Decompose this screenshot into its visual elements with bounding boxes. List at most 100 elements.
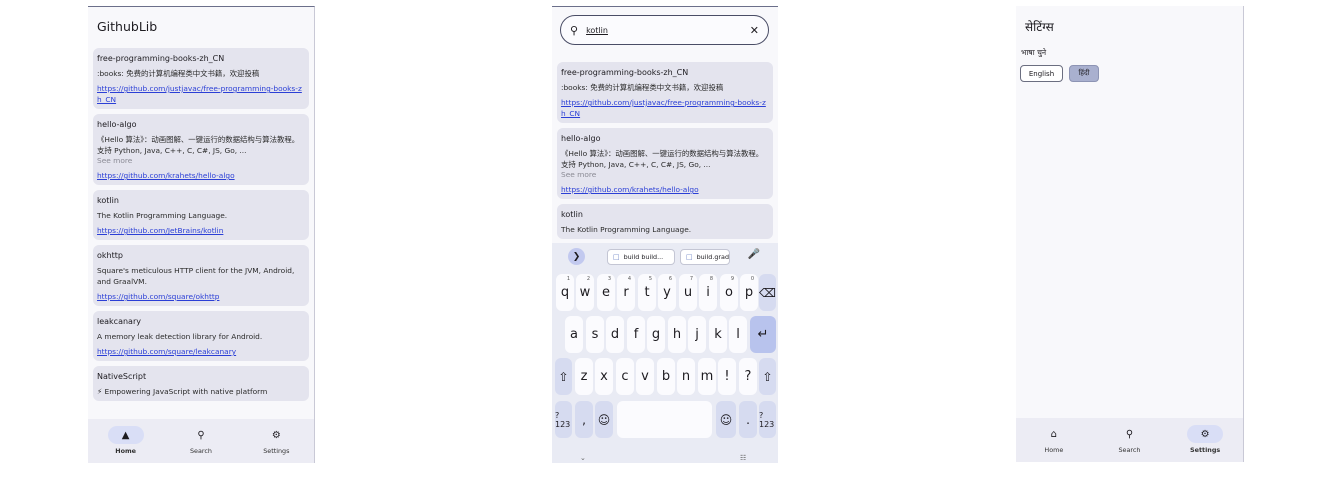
shift-icon[interactable]: ⇧ — [555, 358, 572, 395]
chevron-right-icon[interactable]: ❯ — [568, 248, 585, 265]
key-s[interactable]: s — [586, 316, 604, 353]
microphone-icon[interactable]: 🎤 — [748, 249, 760, 260]
symbols-key[interactable]: ?123 — [759, 401, 776, 438]
key-e[interactable]: e3 — [597, 274, 615, 311]
key-comma[interactable]: , — [575, 401, 593, 438]
repo-card[interactable]: hello-algo 《Hello 算法》：动画图解、一键运行的数据结构与算法教… — [93, 114, 309, 185]
key-period[interactable]: . — [739, 401, 757, 438]
search-screen: ⚲ ✕ free-programming-books-zh_CN :books:… — [552, 6, 778, 463]
key-n[interactable]: n — [677, 358, 695, 395]
key-question[interactable]: ? — [739, 358, 757, 395]
repo-link[interactable]: https://github.com/JetBrains/kotlin — [97, 225, 305, 236]
symbols-key[interactable]: ?123 — [555, 401, 572, 438]
repo-link[interactable]: https://github.com/square/okhttp — [97, 291, 305, 302]
key-x[interactable]: x — [595, 358, 613, 395]
language-english-button[interactable]: English — [1020, 65, 1063, 82]
clipboard-suggestion[interactable]: □ build.grad — [680, 249, 730, 265]
key-j[interactable]: j — [688, 316, 706, 353]
key-r[interactable]: r4 — [617, 274, 635, 311]
app-title: GithubLib — [97, 19, 158, 34]
key-c[interactable]: c — [616, 358, 634, 395]
nav-search[interactable]: ⚲ Search — [171, 426, 231, 456]
repo-name: okhttp — [97, 251, 123, 260]
key-k[interactable]: k — [709, 316, 727, 353]
repo-name: free-programming-books-zh_CN — [97, 54, 225, 63]
repo-card[interactable]: kotlin The Kotlin Programming Language. — [557, 204, 773, 239]
chevron-down-icon[interactable]: ⌄ — [580, 454, 586, 462]
repo-card[interactable]: NativeScript ⚡ Empowering JavaScript wit… — [93, 366, 309, 401]
key-p[interactable]: p0 — [740, 274, 758, 311]
nav-home[interactable]: ▲ Home — [96, 426, 156, 455]
backspace-icon[interactable]: ⌫ — [759, 274, 776, 311]
repo-card[interactable]: leakcanary A memory leak detection libra… — [93, 311, 309, 361]
key-b[interactable]: b — [657, 358, 675, 395]
repo-description: ⚡ Empowering JavaScript with native plat… — [97, 387, 268, 396]
key-f[interactable]: f — [627, 316, 645, 353]
settings-screen: सेटिंग्स भाषा चुने English हिंदी ⌂ Home … — [1016, 6, 1244, 462]
key-l[interactable]: l — [729, 316, 747, 353]
repo-description: Square's meticulous HTTP client for the … — [97, 266, 295, 286]
clipboard-icon: □ — [686, 253, 693, 261]
repo-description: 《Hello 算法》：动画图解、一键运行的数据结构与算法教程。支持 Python… — [97, 135, 300, 155]
see-more-link[interactable]: See more — [561, 170, 769, 180]
nav-settings[interactable]: ⚙ Settings — [1175, 425, 1235, 454]
language-hindi-button[interactable]: हिंदी — [1069, 65, 1099, 82]
key-d[interactable]: d — [606, 316, 624, 353]
space-key[interactable] — [617, 401, 712, 438]
nav-home-label: Home — [1044, 446, 1064, 454]
soft-keyboard: ❯ □ build build... □ build.grad 🎤 q1 w2 … — [552, 243, 778, 463]
key-o[interactable]: o9 — [720, 274, 738, 311]
search-input[interactable] — [586, 25, 750, 35]
key-y[interactable]: y6 — [658, 274, 676, 311]
keyboard-switch-icon[interactable]: ☷ — [740, 454, 746, 462]
key-u[interactable]: u7 — [679, 274, 697, 311]
repo-card[interactable]: kotlin The Kotlin Programming Language. … — [93, 190, 309, 240]
clipboard-suggestion[interactable]: □ build build... — [607, 249, 675, 265]
shift-icon[interactable]: ⇧ — [759, 358, 776, 395]
language-label: भाषा चुने — [1021, 48, 1047, 57]
repo-name: kotlin — [97, 196, 119, 205]
repo-card[interactable]: free-programming-books-zh_CN :books: 免费的… — [557, 62, 773, 123]
suggestion-text: build build... — [623, 253, 664, 261]
key-g[interactable]: g — [647, 316, 665, 353]
emoji-icon[interactable]: ☺ — [716, 401, 736, 438]
repo-link[interactable]: https://github.com/square/leakcanary — [97, 346, 305, 357]
repo-link[interactable]: https://github.com/justjavac/free-progra… — [561, 97, 769, 119]
key-m[interactable]: m — [698, 358, 716, 395]
enter-icon[interactable]: ↵ — [750, 316, 776, 353]
search-icon: ⚲ — [1125, 428, 1134, 440]
repo-list[interactable]: free-programming-books-zh_CN :books: 免费的… — [93, 48, 309, 406]
repo-card[interactable]: hello-algo 《Hello 算法》：动画图解、一键运行的数据结构与算法教… — [557, 128, 773, 199]
key-h[interactable]: h — [668, 316, 686, 353]
key-exclamation[interactable]: ! — [718, 358, 736, 395]
repo-description: The Kotlin Programming Language. — [97, 211, 228, 220]
repo-link[interactable]: https://github.com/krahets/hello-algo — [561, 184, 769, 195]
repo-link[interactable]: https://github.com/krahets/hello-algo — [97, 170, 305, 181]
repo-link[interactable]: https://github.com/justjavac/free-progra… — [97, 83, 305, 105]
key-i[interactable]: i8 — [699, 274, 717, 311]
nav-search-label: Search — [1118, 446, 1141, 454]
key-w[interactable]: w2 — [576, 274, 594, 311]
key-z[interactable]: z — [575, 358, 593, 395]
repo-card[interactable]: okhttp Square's meticulous HTTP client f… — [93, 245, 309, 306]
nav-settings[interactable]: ⚙ Settings — [246, 426, 306, 456]
key-q[interactable]: q1 — [556, 274, 574, 311]
home-icon: ▲ — [107, 426, 144, 444]
home-screen: GithubLib free-programming-books-zh_CN :… — [88, 6, 315, 463]
gear-icon: ⚙ — [271, 429, 281, 441]
repo-description: A memory leak detection library for Andr… — [97, 332, 263, 341]
search-bar[interactable]: ⚲ ✕ — [560, 15, 769, 45]
nav-home[interactable]: ⌂ Home — [1024, 425, 1084, 455]
key-t[interactable]: t5 — [638, 274, 656, 311]
key-a[interactable]: a — [565, 316, 583, 353]
key-v[interactable]: v — [636, 358, 654, 395]
close-icon[interactable]: ✕ — [750, 24, 759, 37]
search-results[interactable]: free-programming-books-zh_CN :books: 免费的… — [557, 62, 773, 244]
search-icon: ⚲ — [570, 23, 579, 37]
repo-name: hello-algo — [97, 120, 137, 129]
repo-card[interactable]: free-programming-books-zh_CN :books: 免费的… — [93, 48, 309, 109]
emoji-icon[interactable]: ☺ — [595, 401, 613, 438]
nav-search[interactable]: ⚲ Search — [1099, 425, 1159, 455]
suggestion-text: build.grad — [696, 253, 730, 261]
see-more-link[interactable]: See more — [97, 156, 305, 166]
